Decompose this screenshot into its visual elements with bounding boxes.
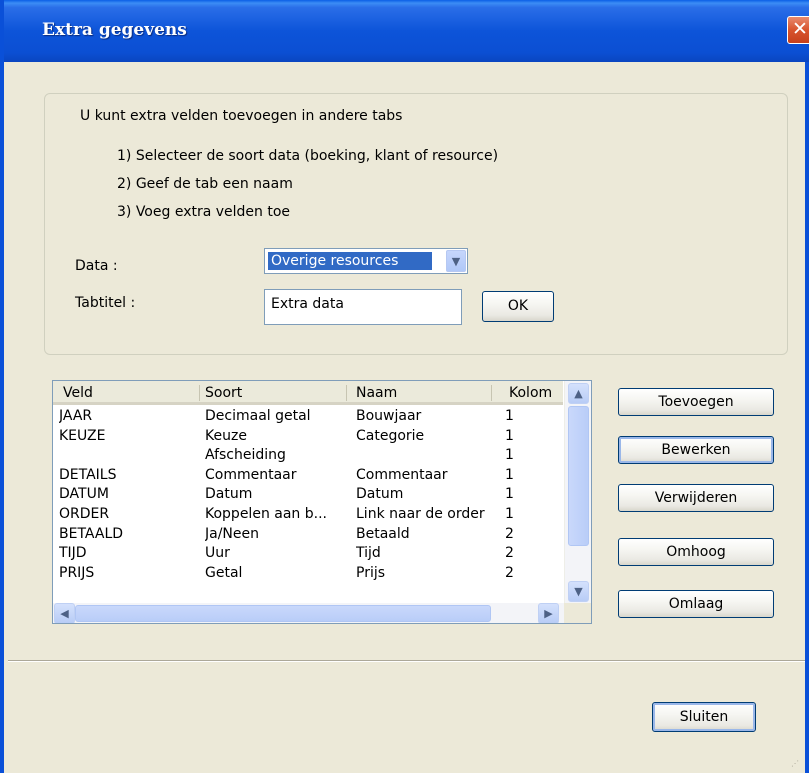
table-cell: Commentaar (356, 466, 448, 483)
table-cell: Koppelen aan b... (205, 506, 327, 522)
table-cell: 1 (505, 427, 514, 444)
data-label: Data : (75, 258, 118, 274)
arrow-down-icon[interactable]: ▼ (568, 581, 589, 602)
table-cell: Decimaal getal (205, 408, 311, 424)
table-cell: DATUM (59, 486, 109, 503)
table-cell: 1 (505, 408, 514, 424)
table-cell: Link naar de order (356, 506, 485, 522)
table-cell: Tijd (356, 545, 381, 562)
vertical-scroll-thumb[interactable] (568, 406, 589, 546)
arrow-right-icon[interactable]: ▶ (538, 603, 559, 623)
table-cell: Datum (356, 486, 404, 503)
table-row[interactable]: DATUM Datum Datum 1 (53, 486, 563, 505)
close-button[interactable]: Sluiten (652, 702, 756, 732)
table-cell: 1 (505, 466, 514, 483)
horizontal-scroll-thumb[interactable] (75, 605, 491, 622)
table-row[interactable]: TIJD Uur Tijd 2 (53, 545, 563, 564)
data-select[interactable]: Overige resources ▼ (264, 248, 468, 274)
table-cell: TIJD (59, 545, 87, 562)
table-cell: Bouwjaar (356, 408, 422, 424)
table-cell: Afscheiding (205, 447, 286, 464)
table-cell: Uur (205, 545, 230, 562)
vertical-scrollbar[interactable]: ▲ ▼ (564, 381, 591, 603)
column-separator[interactable] (199, 385, 200, 401)
step-1-text: 1) Selecteer de soort data (boeking, kla… (117, 148, 499, 164)
fields-list-header: Veld Soort Naam Kolom (53, 381, 563, 405)
column-separator[interactable] (491, 385, 492, 401)
move-down-button[interactable]: Omlaag (618, 590, 774, 618)
step-3-text: 3) Voeg extra velden toe (117, 204, 291, 220)
step-2-text: 2) Geef de tab een naam (117, 176, 293, 192)
table-cell: Keuze (205, 427, 247, 444)
table-cell: 2 (505, 545, 514, 562)
table-row[interactable]: KEUZE Keuze Categorie 1 (53, 428, 563, 447)
column-header-kolom[interactable]: Kolom (509, 385, 552, 401)
table-cell: Datum (205, 486, 253, 503)
add-button[interactable]: Toevoegen (618, 388, 774, 416)
table-row[interactable]: ORDER Koppelen aan b... Link naar de order… (53, 506, 563, 525)
table-cell: ORDER (59, 506, 110, 522)
column-header-soort[interactable]: Soort (205, 385, 242, 401)
table-row[interactable]: JAAR Decimaal getal Bouwjaar 1 (53, 408, 563, 427)
table-cell: Commentaar (205, 466, 297, 483)
table-cell: 2 (505, 525, 514, 542)
close-icon[interactable]: ✕ (787, 16, 809, 44)
table-cell: 1 (505, 506, 514, 522)
tabtitle-input[interactable]: Extra data (264, 289, 462, 325)
table-cell: 2 (505, 564, 514, 581)
column-header-veld[interactable]: Veld (63, 385, 93, 401)
table-cell: Getal (205, 564, 243, 581)
table-row[interactable]: Afscheiding 1 (53, 447, 563, 466)
chevron-down-icon[interactable]: ▼ (446, 250, 466, 272)
table-cell: KEUZE (59, 427, 106, 444)
table-cell: 1 (505, 486, 514, 503)
table-cell: JAAR (59, 408, 93, 424)
table-cell: BETAALD (59, 525, 124, 542)
column-header-naam[interactable]: Naam (356, 385, 397, 401)
column-separator[interactable] (346, 385, 347, 401)
table-cell: DETAILS (59, 466, 117, 483)
resize-grip[interactable]: ⋰ (791, 759, 801, 769)
table-cell: 1 (505, 447, 514, 464)
table-row[interactable]: PRIJS Getal Prijs 2 (53, 565, 563, 584)
delete-button[interactable]: Verwijderen (618, 484, 774, 512)
tabtitle-label: Tabtitel : (75, 295, 136, 311)
arrow-left-icon[interactable]: ◀ (54, 603, 75, 623)
intro-heading: U kunt extra velden toevoegen in andere … (80, 108, 403, 124)
fields-list[interactable]: Veld Soort Naam Kolom JAAR Decimaal getal… (52, 380, 592, 624)
window-title: Extra gegevens (42, 20, 187, 40)
arrow-up-icon[interactable]: ▲ (568, 383, 589, 404)
title-bar[interactable]: Extra gegevens ✕ (4, 0, 809, 62)
horizontal-scrollbar[interactable]: ◀ ▶ (53, 603, 564, 623)
divider (8, 660, 805, 662)
scroll-corner (564, 603, 591, 623)
table-cell: Ja/Neen (205, 525, 259, 542)
table-row[interactable]: DETAILS Commentaar Commentaar 1 (53, 467, 563, 486)
edit-button[interactable]: Bewerken (618, 436, 774, 464)
table-row[interactable]: BETAALD Ja/Neen Betaald 2 (53, 526, 563, 545)
table-cell: Categorie (356, 427, 425, 444)
table-cell: Betaald (356, 525, 410, 542)
ok-button[interactable]: OK (482, 291, 554, 322)
table-cell: PRIJS (59, 564, 95, 581)
move-up-button[interactable]: Omhoog (618, 538, 774, 566)
data-select-value: Overige resources (267, 251, 433, 271)
table-cell: Prijs (356, 564, 386, 581)
dialog-body: U kunt extra velden toevoegen in andere … (4, 62, 805, 773)
